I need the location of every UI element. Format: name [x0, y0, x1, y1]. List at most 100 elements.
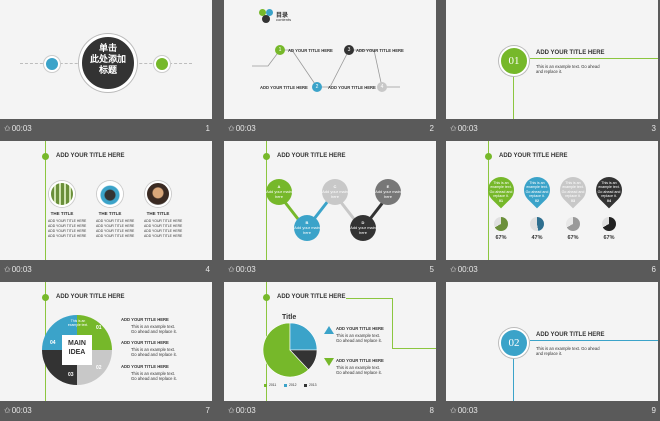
slide-canvas: ADD YOUR TITLE HERE A Add your main here …: [224, 141, 436, 260]
chart-title: Title: [282, 314, 297, 321]
section-text: This is an example text. Go ahead and re…: [536, 64, 600, 75]
quad-num: 01: [96, 325, 102, 331]
slide-heading: ADD YOUR TITLE HERE: [499, 153, 568, 159]
legend-swatch: [304, 384, 307, 387]
slide-caption: ✩00:03 1: [0, 119, 212, 139]
item-title: ADD YOUR TITLE HERE: [121, 317, 169, 322]
card-line: ADD YOUR TITLE HERE: [144, 234, 183, 238]
accent-dot: [42, 294, 49, 301]
card-title: THE TITLE: [146, 211, 170, 216]
item-text: This is an example text. Go ahead and re…: [336, 333, 382, 344]
slide-number: 1: [205, 124, 210, 133]
bubble-text: Add your main here: [266, 189, 292, 199]
quad-num: 04: [50, 340, 56, 346]
item-num-4: 4: [377, 82, 387, 92]
blue-dot: [44, 56, 60, 72]
pct-3: 67%: [567, 235, 579, 241]
progress-pie-4: [602, 217, 616, 231]
slide-number: 5: [429, 265, 434, 274]
slide-canvas: 目录 contents 1 AD YOUR TITLE HERE 3 ADD Y…: [224, 0, 436, 119]
slide-caption: ✩00:03 7: [0, 401, 212, 421]
pin-text: This is an example text. Go ahead and re…: [489, 181, 513, 203]
pin-text: This is an example text. Go ahead and re…: [525, 181, 549, 203]
slide-time: 00:03: [11, 124, 32, 133]
slide-canvas: 单击 此处添加 标题: [0, 0, 212, 119]
slide-number: 4: [205, 265, 210, 274]
transition-star-icon: ✩: [450, 124, 457, 133]
section-circle: 01: [499, 46, 529, 76]
slide-number: 6: [651, 265, 656, 274]
bubble-text: Add your main here: [294, 225, 320, 235]
slide-number: 7: [205, 406, 210, 415]
section-title: ADD YOUR TITLE HERE: [536, 50, 605, 56]
transition-star-icon: ✩: [228, 124, 235, 133]
pct-2: 47%: [531, 235, 543, 241]
slide-caption: ✩00:03 9: [446, 401, 658, 421]
item-title: ADD YOUR TITLE HERE: [121, 340, 169, 345]
laptop-photo: [97, 181, 123, 207]
slide-time: 00:03: [235, 124, 256, 133]
progress-pie-3: [566, 217, 580, 231]
pin-text: This is an example text. Go ahead and re…: [561, 181, 585, 203]
arrow-down-icon: [324, 358, 334, 366]
legend-label: 2012: [289, 383, 297, 387]
bubble-text: Add your main here: [350, 225, 376, 235]
accent-dot: [263, 294, 270, 301]
accent-vline-right: [392, 298, 393, 348]
slide-caption: ✩00:03 4: [0, 260, 212, 280]
legend-swatch: [284, 384, 287, 387]
slide-canvas: ADD YOUR TITLE HERE THE TITLE ADD YOUR T…: [0, 141, 212, 260]
slide-number: 2: [429, 124, 434, 133]
transition-star-icon: ✩: [450, 265, 457, 274]
accent-dot: [42, 153, 49, 160]
accent-vline: [513, 76, 514, 119]
bubble-b: B Add your main here: [294, 215, 320, 241]
section-title: ADD YOUR TITLE HERE: [536, 332, 605, 338]
item-label-2: ADD YOUR TITLE HERE: [260, 85, 308, 90]
item-title: ADD YOUR TITLE HERE: [336, 358, 384, 363]
card-line: ADD YOUR TITLE HERE: [96, 234, 135, 238]
pct-1: 67%: [495, 235, 507, 241]
bubble-a: A Add your main here: [266, 179, 292, 205]
item-text: This is an example text. Go ahead and re…: [336, 365, 382, 376]
quad-num: 03: [68, 372, 74, 378]
pie-slice-2012: [289, 322, 318, 351]
progress-pie-2: [530, 217, 544, 231]
quad-text: This is an example text.: [67, 319, 89, 327]
item-label-1: AD YOUR TITLE HERE: [288, 48, 333, 53]
legend-swatch: [264, 384, 267, 387]
bubble-c: C Add your main here: [322, 179, 348, 205]
item-num-2: 2: [312, 82, 322, 92]
transition-star-icon: ✩: [228, 265, 235, 274]
item-label-3: ADD YOUR TITLE HERE: [356, 48, 404, 53]
slide-caption: ✩00:03 2: [224, 119, 436, 139]
slide-canvas: 02 ADD YOUR TITLE HERE This is an exampl…: [446, 282, 658, 401]
card-line: ADD YOUR TITLE HERE: [48, 234, 87, 238]
transition-star-icon: ✩: [4, 124, 11, 133]
accent-dot: [485, 153, 492, 160]
slide-heading: ADD YOUR TITLE HERE: [56, 153, 125, 159]
section-text: This is an example text. Go ahead and re…: [536, 346, 600, 357]
slide-canvas: ADD YOUR TITLE HERE This is an example t…: [446, 141, 658, 260]
section-circle: 02: [499, 328, 529, 358]
green-dot: [154, 56, 170, 72]
item-text: This is an example text. Go ahead and re…: [131, 324, 177, 335]
card-title: THE TITLE: [98, 211, 122, 216]
slide-caption: ✩00:03 5: [224, 260, 436, 280]
legend-label: 2013: [309, 383, 317, 387]
accent-hline: [530, 58, 658, 59]
item-label-4: ADD YOUR TITLE HERE: [328, 85, 376, 90]
slide-title: 单击 此处添加 标题: [89, 43, 126, 75]
person-photo: [145, 181, 171, 207]
accent-vline: [513, 358, 514, 401]
slide-time: 00:03: [457, 124, 478, 133]
slide-number: 9: [651, 406, 656, 415]
slide-time: 00:03: [457, 265, 478, 274]
quad-num: 02: [96, 365, 102, 371]
bubble-d: D Add your main here: [350, 215, 376, 241]
item-num-3: 3: [344, 45, 354, 55]
slide-time: 00:03: [11, 265, 32, 274]
slide-caption: ✩00:03 3: [446, 119, 658, 139]
pie-chart: [262, 322, 318, 378]
pin-text: This is an example text. Go ahead and re…: [597, 181, 621, 203]
